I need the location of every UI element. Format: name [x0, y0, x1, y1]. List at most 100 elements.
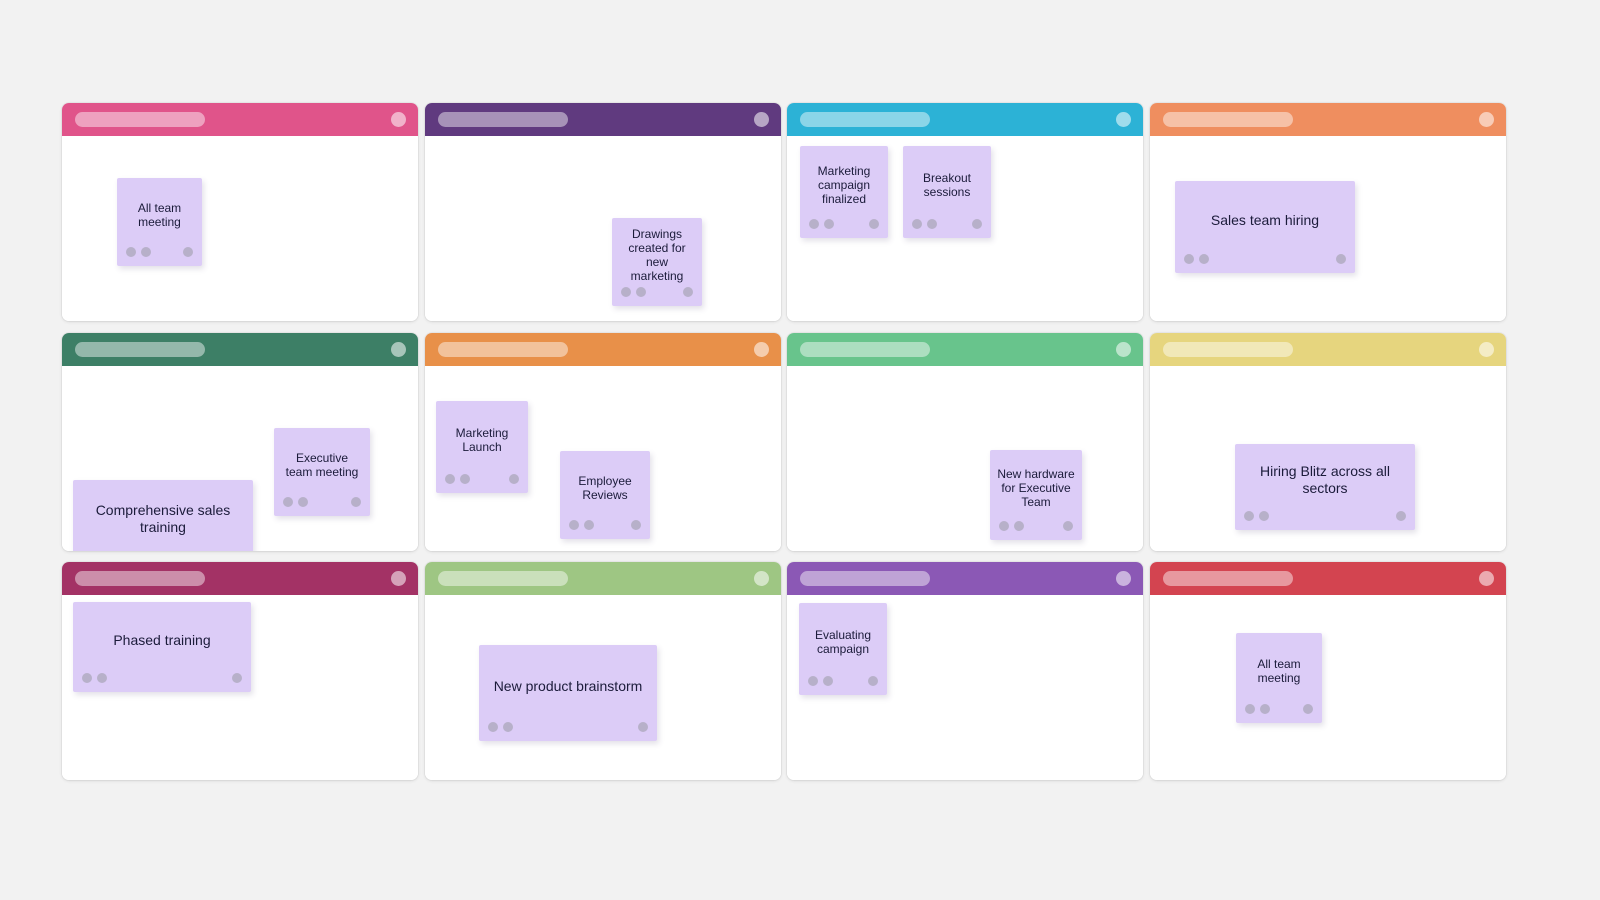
card-5-header[interactable] [62, 333, 418, 366]
note-action-dot-icon[interactable] [1245, 704, 1255, 714]
note-resize-dot-icon[interactable] [1396, 511, 1406, 521]
sticky-note[interactable]: Employee Reviews [560, 451, 650, 539]
card-8-header[interactable] [1150, 333, 1506, 366]
note-action-dot-icon[interactable] [1014, 521, 1024, 531]
card-3[interactable]: Marketing campaign finalized Breakout ses… [787, 103, 1143, 321]
card-11-title-placeholder[interactable] [800, 571, 930, 586]
note-action-dot-icon[interactable] [1184, 254, 1194, 264]
note-resize-dot-icon[interactable] [869, 219, 879, 229]
card-9[interactable]: Phased training [62, 562, 418, 780]
card-2-header[interactable] [425, 103, 781, 136]
sticky-note[interactable]: Executive team meeting [274, 428, 370, 516]
note-resize-dot-icon[interactable] [631, 520, 641, 530]
card-10[interactable]: New product brainstorm [425, 562, 781, 780]
note-action-dot-icon[interactable] [503, 722, 513, 732]
card-12-title-placeholder[interactable] [1163, 571, 1293, 586]
card-9-menu-dot-icon[interactable] [391, 571, 406, 586]
note-action-dot-icon[interactable] [126, 247, 136, 257]
note-action-dot-icon[interactable] [460, 474, 470, 484]
note-action-dot-icon[interactable] [912, 219, 922, 229]
card-7[interactable]: New hardware for Executive Team [787, 333, 1143, 551]
note-action-dot-icon[interactable] [1244, 511, 1254, 521]
note-resize-dot-icon[interactable] [1336, 254, 1346, 264]
card-1-title-placeholder[interactable] [75, 112, 205, 127]
note-action-dot-icon[interactable] [488, 722, 498, 732]
card-2-title-placeholder[interactable] [438, 112, 568, 127]
sticky-note[interactable]: Hiring Blitz across all sectors [1235, 444, 1415, 530]
note-action-dot-icon[interactable] [82, 673, 92, 683]
note-action-dot-icon[interactable] [298, 497, 308, 507]
sticky-note[interactable]: Phased training [73, 602, 251, 692]
card-9-header[interactable] [62, 562, 418, 595]
sticky-note[interactable]: Sales team hiring [1175, 181, 1355, 273]
sticky-note[interactable]: Drawings created for new marketing [612, 218, 702, 306]
card-6-title-placeholder[interactable] [438, 342, 568, 357]
card-7-menu-dot-icon[interactable] [1116, 342, 1131, 357]
note-action-dot-icon[interactable] [808, 676, 818, 686]
note-resize-dot-icon[interactable] [972, 219, 982, 229]
card-11[interactable]: Evaluating campaign [787, 562, 1143, 780]
card-7-header[interactable] [787, 333, 1143, 366]
card-3-header[interactable] [787, 103, 1143, 136]
note-action-dot-icon[interactable] [824, 219, 834, 229]
card-3-menu-dot-icon[interactable] [1116, 112, 1131, 127]
note-action-dot-icon[interactable] [569, 520, 579, 530]
card-10-header[interactable] [425, 562, 781, 595]
note-action-dot-icon[interactable] [584, 520, 594, 530]
note-resize-dot-icon[interactable] [509, 474, 519, 484]
card-8-menu-dot-icon[interactable] [1479, 342, 1494, 357]
card-4-menu-dot-icon[interactable] [1479, 112, 1494, 127]
sticky-note[interactable]: All team meeting [117, 178, 202, 266]
note-action-dot-icon[interactable] [1260, 704, 1270, 714]
note-action-dot-icon[interactable] [809, 219, 819, 229]
note-resize-dot-icon[interactable] [351, 497, 361, 507]
card-6-header[interactable] [425, 333, 781, 366]
card-5-menu-dot-icon[interactable] [391, 342, 406, 357]
card-12[interactable]: All team meeting [1150, 562, 1506, 780]
card-12-menu-dot-icon[interactable] [1479, 571, 1494, 586]
card-11-header[interactable] [787, 562, 1143, 595]
sticky-note[interactable]: Comprehensive sales training [73, 480, 253, 551]
card-10-menu-dot-icon[interactable] [754, 571, 769, 586]
note-action-dot-icon[interactable] [999, 521, 1009, 531]
sticky-note[interactable]: Breakout sessions [903, 146, 991, 238]
note-action-dot-icon[interactable] [823, 676, 833, 686]
card-1-menu-dot-icon[interactable] [391, 112, 406, 127]
note-action-dot-icon[interactable] [141, 247, 151, 257]
note-resize-dot-icon[interactable] [868, 676, 878, 686]
card-8[interactable]: Hiring Blitz across all sectors [1150, 333, 1506, 551]
sticky-note[interactable]: New product brainstorm [479, 645, 657, 741]
note-resize-dot-icon[interactable] [638, 722, 648, 732]
note-action-dot-icon[interactable] [927, 219, 937, 229]
card-3-title-placeholder[interactable] [800, 112, 930, 127]
card-5-title-placeholder[interactable] [75, 342, 205, 357]
sticky-note[interactable]: All team meeting [1236, 633, 1322, 723]
card-12-header[interactable] [1150, 562, 1506, 595]
sticky-note[interactable]: Marketing campaign finalized [800, 146, 888, 238]
card-1-header[interactable] [62, 103, 418, 136]
note-resize-dot-icon[interactable] [683, 287, 693, 297]
note-resize-dot-icon[interactable] [232, 673, 242, 683]
note-action-dot-icon[interactable] [97, 673, 107, 683]
sticky-note[interactable]: New hardware for Executive Team [990, 450, 1082, 540]
card-5[interactable]: Executive team meeting Comprehensive sale… [62, 333, 418, 551]
note-action-dot-icon[interactable] [1199, 254, 1209, 264]
card-2-menu-dot-icon[interactable] [754, 112, 769, 127]
card-6[interactable]: Marketing Launch Employee Reviews [425, 333, 781, 551]
card-8-title-placeholder[interactable] [1163, 342, 1293, 357]
note-action-dot-icon[interactable] [636, 287, 646, 297]
note-action-dot-icon[interactable] [445, 474, 455, 484]
note-resize-dot-icon[interactable] [1303, 704, 1313, 714]
sticky-note[interactable]: Evaluating campaign [799, 603, 887, 695]
note-action-dot-icon[interactable] [621, 287, 631, 297]
card-6-menu-dot-icon[interactable] [754, 342, 769, 357]
card-7-title-placeholder[interactable] [800, 342, 930, 357]
card-4-title-placeholder[interactable] [1163, 112, 1293, 127]
sticky-note[interactable]: Marketing Launch [436, 401, 528, 493]
note-resize-dot-icon[interactable] [183, 247, 193, 257]
note-resize-dot-icon[interactable] [1063, 521, 1073, 531]
card-10-title-placeholder[interactable] [438, 571, 568, 586]
note-action-dot-icon[interactable] [283, 497, 293, 507]
card-2[interactable]: Drawings created for new marketing [425, 103, 781, 321]
card-9-title-placeholder[interactable] [75, 571, 205, 586]
